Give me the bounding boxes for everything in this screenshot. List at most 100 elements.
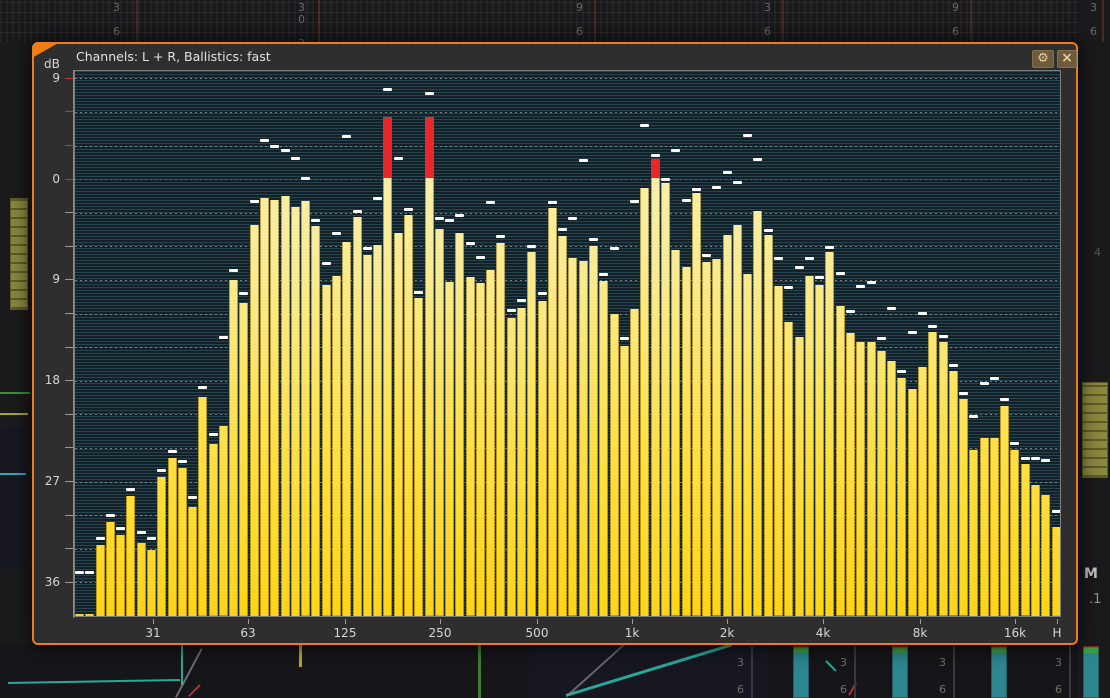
peak-hold-marker	[928, 325, 937, 328]
peak-hold-marker	[311, 219, 320, 222]
background-mixer-top	[0, 0, 1110, 42]
background-meter-bar	[793, 646, 809, 698]
peak-hold-marker	[692, 188, 701, 191]
background-meter-track	[751, 646, 753, 698]
spectrum-bar	[137, 543, 146, 616]
y-axis-tick	[65, 414, 73, 415]
peak-hold-marker	[455, 214, 464, 217]
peak-hold-marker	[548, 201, 557, 204]
peak-hold-marker	[229, 269, 238, 272]
spectrum-bar	[918, 367, 927, 616]
spectrum-bar	[764, 235, 773, 616]
x-axis-label: 63	[231, 626, 265, 640]
y-axis-tick	[65, 515, 73, 516]
background-yellow-vline	[299, 645, 302, 667]
peak-hold-marker	[918, 312, 927, 315]
background-meter-digit: 6	[113, 26, 120, 37]
x-axis-tick	[1057, 619, 1058, 624]
peak-hold-marker	[476, 256, 485, 259]
gridline	[75, 146, 1060, 147]
background-meter-digit: 6	[939, 684, 946, 695]
screen: 36303963696364M.136363636 Channels: L + …	[0, 0, 1110, 698]
peak-hold-marker	[496, 235, 505, 238]
y-axis-tick	[65, 313, 73, 314]
peak-hold-marker	[383, 88, 392, 91]
clip-segment	[651, 159, 660, 178]
peak-hold-marker	[877, 337, 886, 340]
peak-hold-marker	[682, 199, 691, 202]
x-axis-tick	[1015, 619, 1016, 624]
spectrum-plot-area[interactable]	[74, 70, 1061, 617]
spectrum-bar	[1000, 406, 1009, 616]
spectrum-bar	[702, 262, 711, 616]
spectrum-bar	[558, 236, 567, 616]
clip-segment	[425, 117, 434, 178]
y-axis-tick	[65, 78, 73, 79]
spectrum-bar	[239, 303, 248, 616]
spectrum-bar	[620, 346, 629, 616]
peak-hold-marker	[116, 527, 125, 530]
x-axis-tick	[153, 619, 154, 624]
background-meter-digit: 3	[1055, 657, 1062, 668]
peak-hold-marker	[137, 531, 146, 534]
peak-hold-marker	[969, 415, 978, 418]
settings-gear-button[interactable]: ⚙	[1032, 50, 1054, 68]
peak-hold-marker	[825, 246, 834, 249]
background-teal-line	[181, 645, 183, 685]
peak-hold-marker	[753, 158, 762, 161]
spectrum-bar	[445, 282, 454, 616]
y-axis-unit-label: dB	[44, 57, 60, 71]
background-navy-panel	[0, 428, 30, 568]
spectrum-bar	[476, 283, 485, 616]
peak-hold-marker	[939, 335, 948, 338]
background-meter-digit: 9	[952, 2, 959, 13]
background-meter-digit: 6	[840, 684, 847, 695]
peak-hold-marker	[301, 177, 310, 180]
peak-hold-marker	[630, 200, 639, 203]
spectrum-bar	[507, 318, 516, 616]
window-title[interactable]: Channels: L + R, Ballistics: fast	[76, 49, 271, 64]
peak-hold-marker	[795, 266, 804, 269]
y-axis-tick	[65, 145, 73, 146]
y-axis-tick	[65, 548, 73, 549]
peak-hold-marker	[661, 178, 670, 181]
spectrum-bar	[805, 276, 814, 616]
spectrum-bar	[1031, 485, 1040, 617]
peak-hold-marker	[671, 149, 680, 152]
x-axis-label: 16k	[998, 626, 1032, 640]
background-olive-block	[1082, 382, 1108, 478]
peak-hold-marker	[1031, 457, 1040, 460]
background-meter-digit: 3	[737, 657, 744, 668]
spectrum-bar	[897, 378, 906, 616]
spectrum-bar	[363, 255, 372, 616]
spectrum-bar	[825, 252, 834, 616]
peak-hold-marker	[743, 134, 752, 137]
spectrum-bar	[939, 342, 948, 616]
background-divider	[782, 0, 784, 42]
background-meter-digit: 6	[737, 684, 744, 695]
spectrum-bar	[157, 477, 166, 616]
background-meter-digit: 0	[298, 14, 305, 25]
close-button[interactable]: ×	[1057, 50, 1077, 68]
peak-hold-marker	[815, 276, 824, 279]
spectrum-bar	[425, 117, 434, 616]
peak-hold-marker	[342, 135, 351, 138]
y-axis-label: 27	[32, 474, 60, 488]
x-axis-tick	[440, 619, 441, 624]
spectrum-bar	[116, 535, 125, 616]
spectrum-bar	[1021, 464, 1030, 616]
spectrum-bar	[661, 183, 670, 616]
y-axis-tick	[65, 380, 73, 381]
clip-segment	[383, 117, 392, 178]
spectrum-bar	[836, 306, 845, 616]
spectrum-bar	[784, 322, 793, 616]
peak-hold-marker	[157, 469, 166, 472]
peak-hold-marker	[620, 337, 629, 340]
peak-hold-marker	[219, 336, 228, 339]
spectrum-bar	[743, 274, 752, 616]
peak-hold-marker	[867, 281, 876, 284]
peak-hold-marker	[353, 210, 362, 213]
spectrum-bar	[96, 545, 105, 616]
peak-hold-marker	[1000, 398, 1009, 401]
peak-hold-marker	[1052, 510, 1061, 513]
